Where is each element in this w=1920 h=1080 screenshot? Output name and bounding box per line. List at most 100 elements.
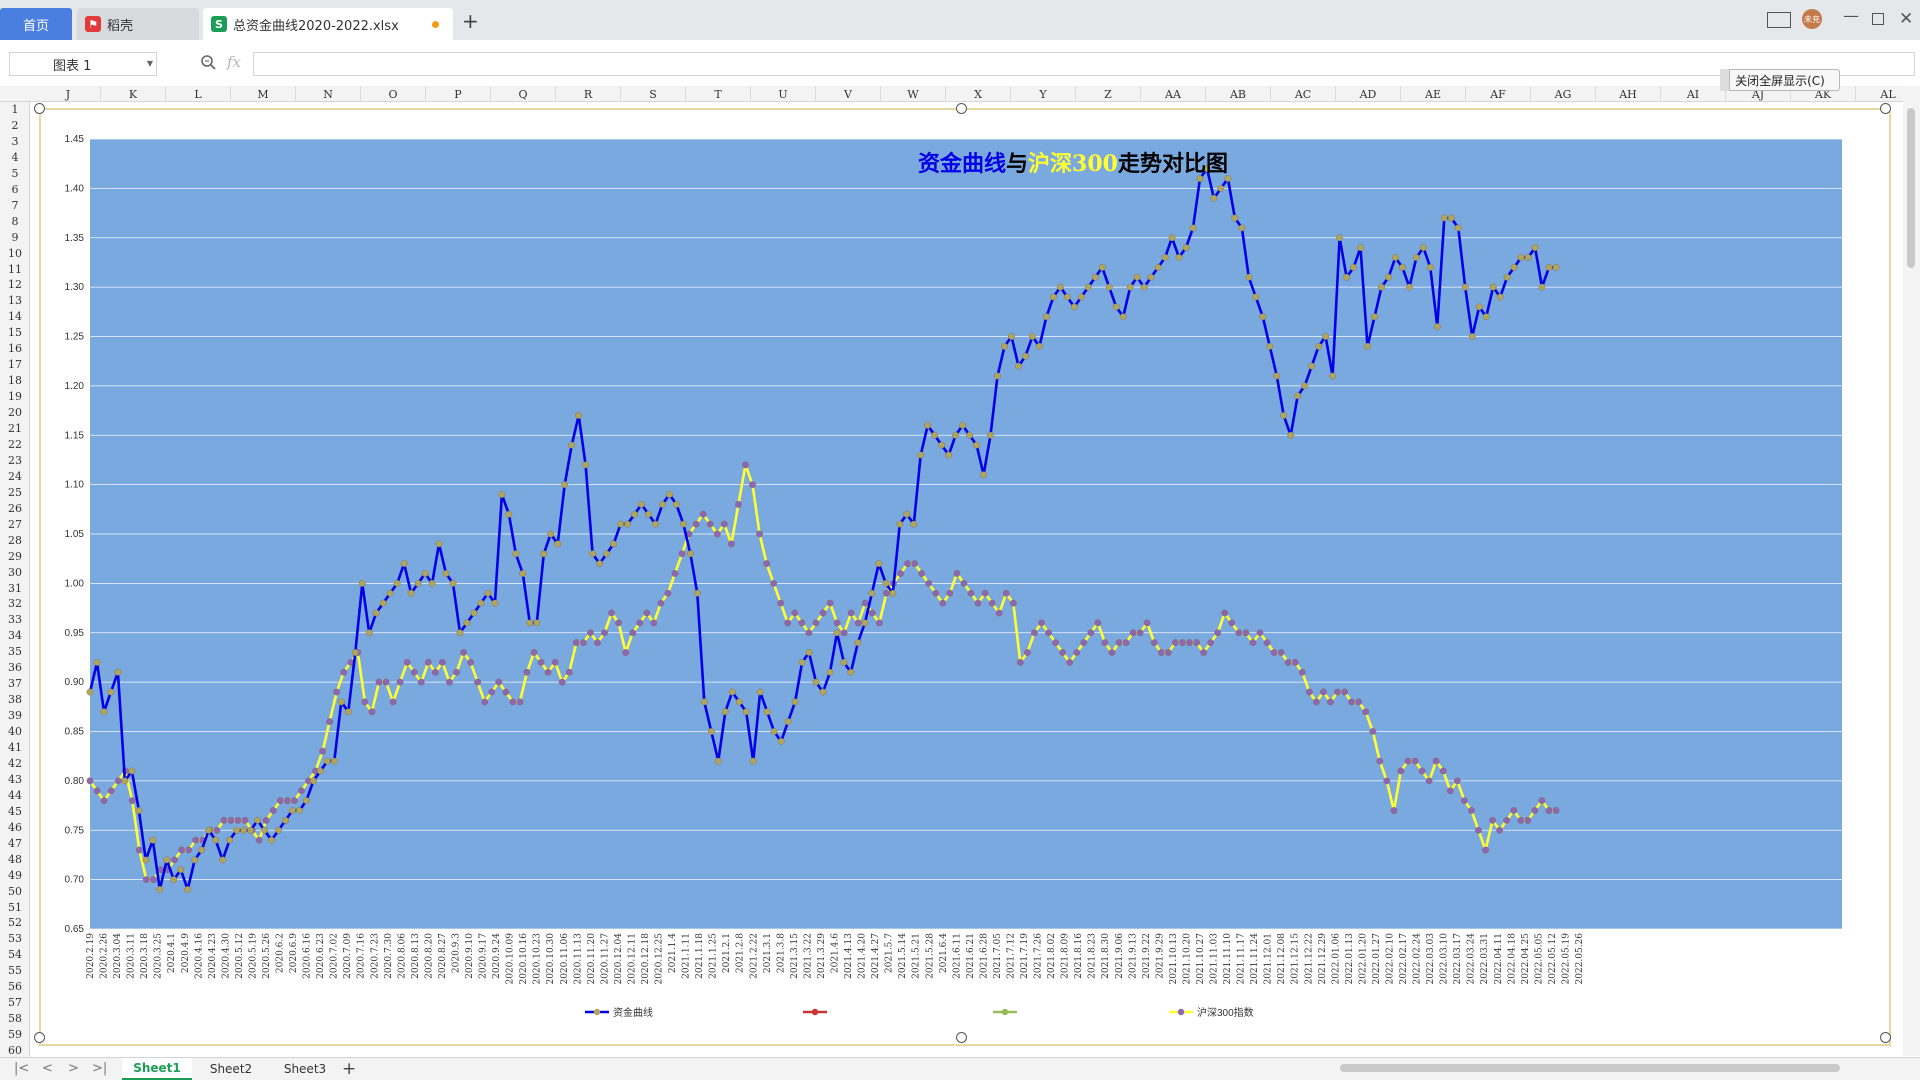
row-header-cell[interactable]: 41 [0, 740, 30, 756]
row-header-cell[interactable]: 33 [0, 612, 30, 628]
row-header-cell[interactable]: 52 [0, 915, 30, 931]
resize-handle[interactable] [1880, 103, 1891, 114]
row-header-cell[interactable]: 11 [0, 262, 30, 278]
row-header-cell[interactable]: 43 [0, 772, 30, 788]
row-header-cell[interactable]: 26 [0, 501, 30, 517]
chart-svg[interactable]: 0.65 0.70 0.75 0.80 0.85 0.90 0.95 1.00 1.05 1.10… [41, 110, 1889, 1044]
row-header-cell[interactable]: 56 [0, 979, 30, 995]
fx-icon[interactable]: fx [227, 53, 241, 71]
row-header-cell[interactable]: 57 [0, 995, 30, 1011]
row-header-cell[interactable]: 58 [0, 1011, 30, 1027]
chart-frame[interactable]: 0.65 0.70 0.75 0.80 0.85 0.90 0.95 1.00 1.05 1.10… [34, 103, 1891, 1046]
row-header-cell[interactable]: 24 [0, 469, 30, 485]
column-header-cell[interactable]: Z [1076, 86, 1141, 102]
row-header-cell[interactable]: 28 [0, 533, 30, 549]
column-header-cell[interactable]: V [816, 86, 881, 102]
column-header-cell[interactable]: U [751, 86, 816, 102]
column-header-cell[interactable]: AC [1271, 86, 1336, 102]
zoom-icon[interactable] [200, 54, 216, 70]
row-header-cell[interactable]: 46 [0, 820, 30, 836]
row-header-cell[interactable]: 13 [0, 293, 30, 309]
column-header-cell[interactable]: K [101, 86, 166, 102]
column-header-cell[interactable]: W [881, 86, 946, 102]
row-header-cell[interactable]: 19 [0, 389, 30, 405]
row-header-cell[interactable]: 30 [0, 565, 30, 581]
row-header-cell[interactable]: 22 [0, 437, 30, 453]
avatar[interactable]: 未充 [1802, 9, 1822, 29]
column-header-cell[interactable]: AH [1596, 86, 1661, 102]
row-header-cell[interactable]: 40 [0, 724, 30, 740]
row-header-cell[interactable]: 4 [0, 150, 30, 166]
row-header-cell[interactable]: 48 [0, 852, 30, 868]
column-header-cell[interactable]: AD [1336, 86, 1401, 102]
row-header-cell[interactable]: 1 [0, 102, 30, 118]
row-header-cell[interactable]: 14 [0, 309, 30, 325]
close-fullscreen-button[interactable]: 关闭全屏显示(C) [1720, 69, 1840, 91]
row-header-cell[interactable]: 9 [0, 230, 30, 246]
close-icon[interactable]: ✕ [1899, 9, 1913, 29]
column-header-cell[interactable]: Y [1011, 86, 1076, 102]
resize-handle[interactable] [34, 103, 45, 114]
column-header-cell[interactable]: AF [1466, 86, 1531, 102]
prev-sheet-icon[interactable]: < [42, 1061, 53, 1076]
column-header-cell[interactable]: P [426, 86, 491, 102]
column-header-cell[interactable]: AI [1661, 86, 1726, 102]
row-header-cell[interactable]: 20 [0, 405, 30, 421]
minimize-icon[interactable]: — [1843, 6, 1859, 25]
column-header-cell[interactable]: X [946, 86, 1011, 102]
row-header-cell[interactable]: 5 [0, 166, 30, 182]
layout-icon[interactable] [1767, 12, 1791, 28]
maximize-icon[interactable] [1872, 13, 1884, 25]
column-header-cell[interactable]: M [231, 86, 296, 102]
last-sheet-icon[interactable]: >| [92, 1061, 107, 1076]
resize-handle[interactable] [956, 103, 967, 114]
row-header-cell[interactable]: 21 [0, 421, 30, 437]
column-header-cell[interactable]: S [621, 86, 686, 102]
horizontal-scroll-thumb[interactable] [1340, 1064, 1840, 1072]
resize-handle[interactable] [1880, 1032, 1891, 1043]
row-header-cell[interactable]: 31 [0, 581, 30, 597]
column-header-cell[interactable]: Q [491, 86, 556, 102]
column-header-cell[interactable]: N [296, 86, 361, 102]
column-header-cell[interactable]: AA [1141, 86, 1206, 102]
row-header-cell[interactable]: 8 [0, 214, 30, 230]
name-box[interactable]: 图表 1 ▼ [9, 52, 157, 76]
sheet-tab-2[interactable]: Sheet2 [196, 1058, 266, 1080]
row-header-cell[interactable]: 47 [0, 836, 30, 852]
first-sheet-icon[interactable]: |< [14, 1061, 29, 1076]
tab-home[interactable]: 首页 [0, 8, 72, 40]
vertical-scrollbar[interactable] [1903, 86, 1920, 1056]
row-header-cell[interactable]: 15 [0, 325, 30, 341]
row-header-cell[interactable]: 25 [0, 485, 30, 501]
row-header-cell[interactable]: 44 [0, 788, 30, 804]
tab-daoke[interactable]: ⚑ 稻壳 [77, 8, 199, 40]
resize-handle[interactable] [34, 1032, 45, 1043]
row-header-cell[interactable]: 49 [0, 868, 30, 884]
column-header-cell[interactable]: L [166, 86, 231, 102]
row-header-cell[interactable]: 53 [0, 931, 30, 947]
row-header-cell[interactable]: 55 [0, 963, 30, 979]
formula-input[interactable] [253, 52, 1915, 76]
resize-handle[interactable] [956, 1032, 967, 1043]
vertical-scroll-thumb[interactable] [1907, 108, 1915, 268]
new-tab-button[interactable]: + [462, 11, 479, 31]
row-header-cell[interactable]: 18 [0, 373, 30, 389]
row-header-cell[interactable]: 38 [0, 692, 30, 708]
row-header-cell[interactable]: 34 [0, 628, 30, 644]
row-header-cell[interactable]: 36 [0, 660, 30, 676]
row-header-cell[interactable]: 39 [0, 708, 30, 724]
row-header-cell[interactable]: 23 [0, 453, 30, 469]
row-header-cell[interactable]: 54 [0, 947, 30, 963]
row-header-cell[interactable]: 27 [0, 517, 30, 533]
row-header-cell[interactable]: 50 [0, 884, 30, 900]
column-header-cell[interactable]: O [361, 86, 426, 102]
row-header-cell[interactable]: 42 [0, 756, 30, 772]
column-header-cell[interactable]: AG [1531, 86, 1596, 102]
row-header-cell[interactable]: 3 [0, 134, 30, 150]
column-header-cell[interactable]: J [36, 86, 101, 102]
row-header-cell[interactable]: 6 [0, 182, 30, 198]
row-header-cell[interactable]: 51 [0, 900, 30, 916]
row-header-cell[interactable]: 59 [0, 1027, 30, 1043]
row-header-cell[interactable]: 2 [0, 118, 30, 134]
column-header-cell[interactable]: R [556, 86, 621, 102]
